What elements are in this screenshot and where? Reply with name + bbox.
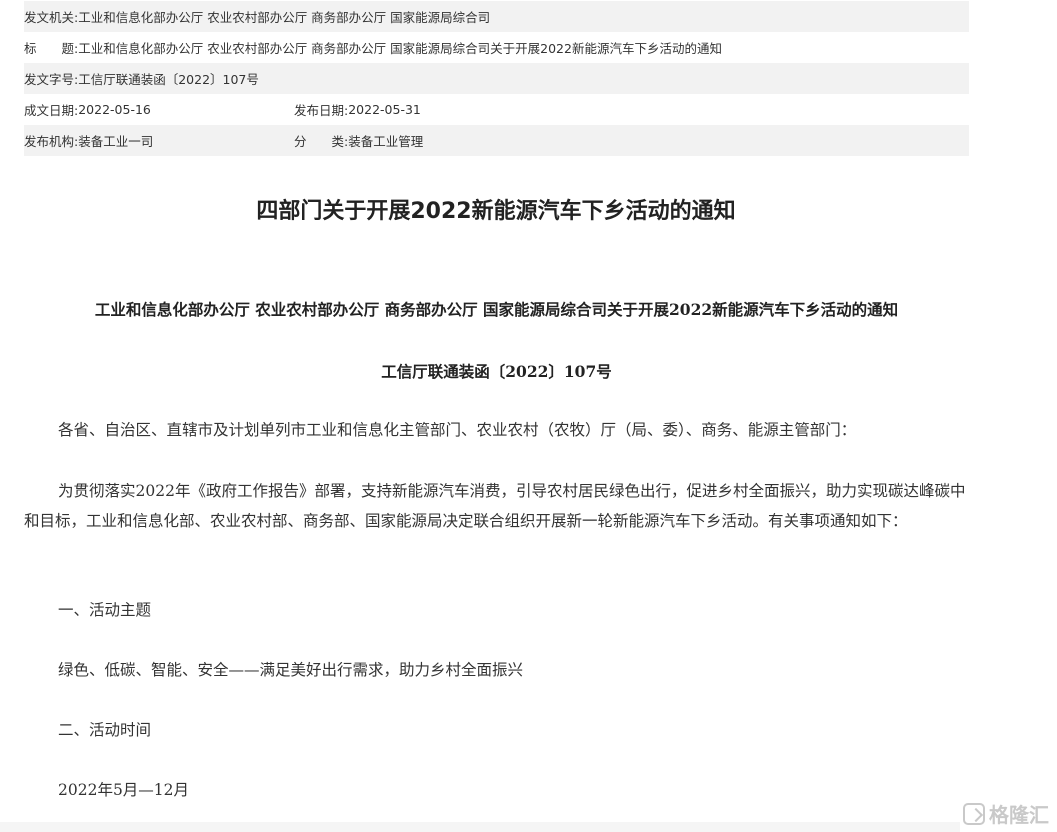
- meta-label: 成文日期:: [24, 103, 79, 118]
- intro-paragraph: 为贯彻落实2022年《政府工作报告》部署，支持新能源汽车消费，引导农村居民绿色出…: [24, 482, 966, 530]
- meta-row-doc-number: 发文字号: 工信厅联通装函〔2022〕107号: [24, 63, 969, 94]
- meta-label: 标 题:: [24, 41, 79, 56]
- meta-value: 工业和信息化部办公厅 农业农村部办公厅 商务部办公厅 国家能源局综合司: [78, 10, 491, 25]
- document-page: 发文机关: 工业和信息化部办公厅 农业农村部办公厅 商务部办公厅 国家能源局综合…: [0, 0, 1057, 832]
- meta-row-title: 标 题: 工业和信息化部办公厅 农业农村部办公厅 商务部办公厅 国家能源局综合司…: [24, 32, 969, 63]
- meta-label: 发布日期:: [294, 103, 349, 118]
- meta-cell-published: 发布日期: 2022-05-31: [294, 100, 421, 119]
- gelonghui-logo-icon: [963, 802, 985, 825]
- section-text: 绿色、低碳、智能、安全——满足美好出行需求，助力乡村全面振兴: [58, 661, 524, 679]
- meta-row-issuer: 发文机关: 工业和信息化部办公厅 农业农村部办公厅 商务部办公厅 国家能源局综合…: [24, 1, 969, 32]
- watermark-text: 格隆汇: [989, 803, 1049, 827]
- meta-cell-created: 成文日期: 2022-05-16: [24, 100, 294, 119]
- bottom-divider: [0, 822, 960, 832]
- salutation: 各省、自治区、直辖市及计划单列市工业和信息化主管部门、农业农村（农牧）厅（局、委…: [58, 421, 857, 439]
- section-text: 2022年5月—12月: [58, 781, 190, 799]
- meta-value: 装备工业一司: [78, 134, 154, 149]
- meta-value: 装备工业管理: [348, 134, 424, 149]
- meta-value: 工业和信息化部办公厅 农业农村部办公厅 商务部办公厅 国家能源局综合司关于开展2…: [78, 41, 722, 56]
- watermark: 格隆汇: [963, 799, 1049, 828]
- meta-value: 工信厅联通装函〔2022〕107号: [78, 72, 259, 87]
- meta-cell-category: 分 类: 装备工业管理: [294, 131, 423, 150]
- metadata-table: 发文机关: 工业和信息化部办公厅 农业农村部办公厅 商务部办公厅 国家能源局综合…: [24, 1, 969, 156]
- section-heading: 二、活动时间: [58, 721, 152, 739]
- meta-row-agency: 发布机构: 装备工业一司 分 类: 装备工业管理: [24, 125, 969, 156]
- meta-value: 2022-05-31: [348, 102, 421, 117]
- meta-label: 分 类:: [294, 134, 349, 149]
- document-full-title: 工业和信息化部办公厅 农业农村部办公厅 商务部办公厅 国家能源局综合司关于开展2…: [94, 300, 899, 319]
- document-number: 工信厅联通装函〔2022〕107号: [381, 362, 612, 381]
- page-title: 四部门关于开展2022新能源汽车下乡活动的通知: [256, 199, 736, 224]
- meta-label: 发布机构:: [24, 134, 79, 149]
- meta-label: 发文机关:: [24, 10, 79, 25]
- meta-row-dates: 成文日期: 2022-05-16 发布日期: 2022-05-31: [24, 94, 969, 125]
- section-heading: 一、活动主题: [58, 601, 152, 619]
- meta-value: 2022-05-16: [78, 102, 151, 117]
- meta-label: 发文字号:: [24, 72, 79, 87]
- meta-cell-agency: 发布机构: 装备工业一司: [24, 131, 294, 150]
